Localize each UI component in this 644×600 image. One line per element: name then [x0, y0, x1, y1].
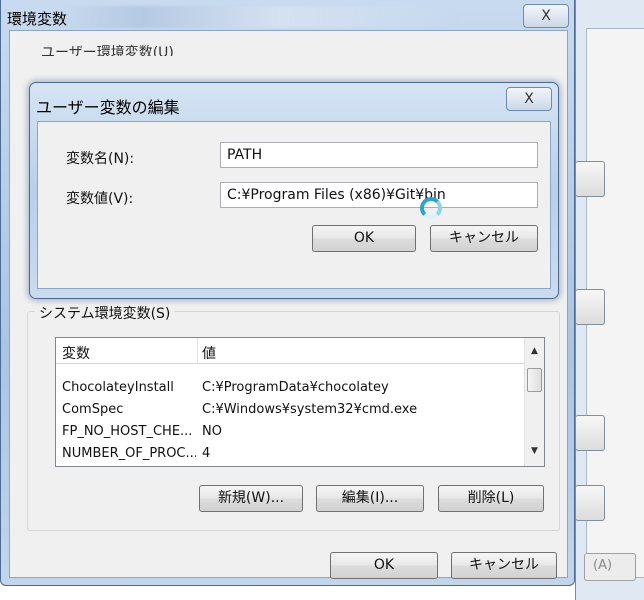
vertical-scrollbar[interactable]: ▲ ▼: [524, 338, 544, 466]
background-panel: [575, 28, 644, 578]
close-icon: X: [541, 8, 551, 24]
scroll-down-icon[interactable]: ▼: [525, 446, 544, 464]
dialog-cancel-button[interactable]: キャンセル: [430, 225, 538, 252]
table-row[interactable]: ComSpec C:¥Windows¥system32¥cmd.exe: [56, 400, 524, 421]
var-value: C:¥ProgramData¥chocolatey: [202, 380, 389, 395]
busy-cursor-icon: [420, 197, 442, 219]
new-button[interactable]: 新規(W)...: [199, 485, 303, 512]
system-vars-list[interactable]: 変数 値 ChocolateyInstall C:¥ProgramData¥ch…: [55, 337, 545, 467]
scroll-thumb[interactable]: [527, 368, 542, 392]
variable-value-input[interactable]: C:¥Program Files (x86)¥Git¥bin: [220, 182, 538, 208]
background-window: (A): [575, 0, 644, 600]
table-row[interactable]: FP_NO_HOST_CHE... NO: [56, 422, 524, 443]
variable-name-label: 変数名(N):: [66, 151, 135, 167]
close-button[interactable]: X: [523, 4, 569, 28]
var-name: NUMBER_OF_PROC...: [62, 446, 196, 461]
variable-value-label: 変数値(V):: [66, 191, 134, 207]
background-apply-button[interactable]: (A): [584, 553, 636, 581]
window-title: 環境変数: [7, 10, 68, 28]
delete-button[interactable]: 削除(L): [438, 485, 544, 512]
background-button-1[interactable]: [575, 161, 605, 197]
background-button-2[interactable]: [575, 289, 605, 325]
table-row[interactable]: ChocolateyInstall C:¥ProgramData¥chocola…: [56, 378, 524, 399]
edit-user-variable-dialog: ユーザー変数の編集 X 変数名(N): PATH 変数値(V): C:¥Prog…: [29, 82, 559, 299]
var-name: ComSpec: [62, 402, 124, 417]
dialog-client: 変数名(N): PATH 変数値(V): C:¥Program Files (x…: [37, 121, 551, 289]
var-value: 4: [202, 446, 211, 461]
column-header-value[interactable]: 値: [202, 343, 216, 363]
dialog-close-button[interactable]: X: [506, 87, 552, 111]
system-vars-group-label: システム環境変数(S): [35, 303, 175, 323]
column-separator: [197, 338, 198, 364]
scroll-up-icon[interactable]: ▲: [525, 346, 544, 364]
background-button-4[interactable]: [575, 485, 605, 521]
var-name: ChocolateyInstall: [62, 380, 174, 395]
user-vars-group-label: ユーザー環境変数(U): [41, 45, 174, 56]
close-icon: X: [524, 91, 534, 107]
dialog-ok-button[interactable]: OK: [312, 225, 416, 252]
variable-name-input[interactable]: PATH: [220, 142, 538, 168]
cancel-button[interactable]: キャンセル: [451, 552, 557, 579]
dialog-title: ユーザー変数の編集: [36, 98, 180, 117]
var-name: FP_NO_HOST_CHE...: [62, 424, 193, 439]
background-button-3[interactable]: [575, 415, 605, 451]
table-row[interactable]: NUMBER_OF_PROC... 4: [56, 444, 524, 465]
edit-button[interactable]: 編集(I)...: [316, 485, 424, 512]
ok-button[interactable]: OK: [330, 552, 438, 579]
var-value: C:¥Windows¥system32¥cmd.exe: [202, 402, 418, 417]
list-header: 変数 値: [56, 338, 524, 364]
title-bar-glass: [61, 6, 461, 28]
var-value: NO: [202, 424, 222, 439]
column-header-name[interactable]: 変数: [62, 343, 90, 363]
